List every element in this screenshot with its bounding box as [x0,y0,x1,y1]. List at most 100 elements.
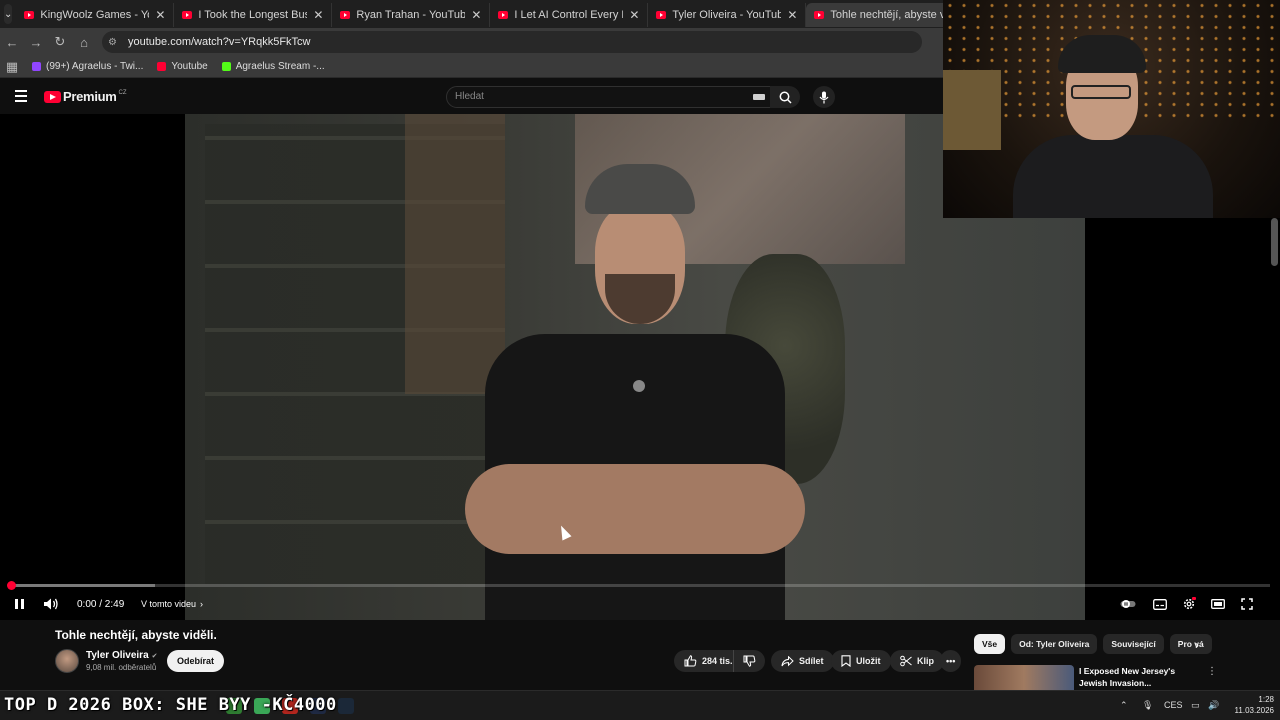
search-button[interactable] [770,86,800,108]
address-bar-row: ← → ↻ ⌂ ⚙ youtube.com/watch?v=YRqkk5FkTc… [0,28,943,56]
dislike-button[interactable] [733,650,765,672]
kick-icon [221,62,231,71]
speaker-icon[interactable]: 🔊 [1208,700,1219,711]
chip-related[interactable]: Související [1103,634,1164,654]
channel-name-link[interactable]: Tyler Oliveira ✔ [86,650,158,661]
clock-time: 1:28 [1258,695,1274,704]
settings-button[interactable] [1181,596,1197,612]
tray-chevron-up-icon[interactable]: ⌃ [1120,700,1128,711]
browser-tab[interactable]: Ryan Trahan - YouTube ✕ [332,3,491,27]
browser-tab[interactable]: KingWoolz Games - YouTube ✕ [16,3,175,27]
site-info-icon[interactable]: ⚙ [108,37,122,48]
channel-name: Tyler Oliveira [86,650,149,661]
search-input[interactable]: Hledat [446,86,772,108]
video-title: Tohle nechtějí, abyste viděli. [55,628,217,642]
hamburger-menu-icon[interactable] [15,90,27,105]
recommended-video-thumbnail[interactable] [974,665,1074,690]
streamer-webcam-overlay [943,0,1280,218]
clip-button[interactable]: Klip [890,650,944,672]
video-info-section: Tohle nechtějí, abyste viděli. Tyler Oli… [0,620,1280,690]
url-field[interactable]: ⚙ youtube.com/watch?v=YRqkk5FkTcw [102,31,922,53]
tray-microphone-icon[interactable]: 🎙 [1142,700,1153,711]
like-button[interactable]: 284 tis. [674,650,741,672]
bookmark-item[interactable]: Agraelus Stream -... [221,61,325,72]
volume-icon [44,598,58,610]
more-vertical-icon[interactable]: ⋮ [1207,666,1217,677]
theater-mode-button[interactable] [1210,596,1226,612]
tab-title: Ryan Trahan - YouTube [356,9,466,21]
autoplay-toggle[interactable] [1120,596,1136,612]
back-arrow-icon[interactable]: ← [0,35,24,50]
subscribe-button[interactable]: Odebírat [167,650,225,672]
browser-tab[interactable]: Tyler Oliveira - YouTube ✕ [648,3,807,27]
fullscreen-button[interactable] [1239,596,1255,612]
tab-title: KingWoolz Games - YouTube [40,9,149,21]
browser-tab-active[interactable]: Tohle nechtějí, abyste viděli. [806,3,965,27]
tab-close-icon[interactable]: ✕ [313,8,323,22]
thumbs-down-icon [743,655,756,667]
progress-scrubber[interactable] [7,581,16,590]
windows-taskbar: TOP D 2026 BOX: SHE BYY -KČ4000 ⌃ 🎙 CES … [0,690,1280,720]
save-button[interactable]: Uložit [831,650,891,672]
voice-search-button[interactable] [813,86,835,108]
chapters-button[interactable]: V tomto videu › [141,596,203,612]
theater-icon [1211,599,1225,609]
chips-next-chevron-icon[interactable]: › [1195,638,1199,652]
scissors-icon [900,655,912,667]
bookmark-item[interactable]: Youtube [157,61,208,72]
youtube-icon [157,62,167,71]
share-icon [781,655,794,666]
chevron-right-icon: › [200,599,204,609]
keyboard-icon[interactable] [753,94,765,100]
url-text: youtube.com/watch?v=YRqkk5FkTcw [128,36,311,48]
tab-close-icon[interactable]: ✕ [787,8,797,22]
twitch-icon [32,62,41,71]
steam-icon[interactable] [338,698,354,714]
browser-tab[interactable]: I Took the Longest Bus Ride in A ✕ [174,3,333,27]
volume-button[interactable] [42,596,60,612]
youtube-premium-logo[interactable]: Premium CZ [44,89,127,104]
tab-search-chevron-icon[interactable]: ⌄ [4,4,13,24]
more-horizontal-icon: ••• [946,656,956,666]
presenter-arms [465,464,805,554]
share-button[interactable]: Sdílet [771,650,834,672]
subtitles-icon [1153,598,1167,610]
search-placeholder: Hledat [455,91,484,102]
like-count: 284 tis. [702,656,733,666]
system-clock[interactable]: 1:28 11.03.2026 [1226,694,1274,716]
streamer-glasses [1071,85,1131,99]
more-actions-button[interactable]: ••• [940,650,962,672]
reload-icon[interactable]: ↻ [48,34,72,50]
network-icon[interactable]: ▭ [1191,700,1200,711]
recommended-video-title[interactable]: I Exposed New Jersey's Jewish Invasion..… [1079,665,1199,689]
streamer-cap [1058,35,1146,73]
bookmark-label: Agraelus Stream -... [235,61,325,72]
channel-avatar[interactable] [55,649,79,673]
tab-close-icon[interactable]: ✕ [155,8,165,22]
country-code: CZ [118,89,127,96]
apps-grid-icon[interactable]: ▦ [0,59,24,75]
tab-close-icon[interactable]: ✕ [629,8,639,22]
chip-for-you[interactable]: Pro vá [1169,634,1212,654]
related-filter-chips: Vše Od: Tyler Oliveira Související Pro v… [974,634,1218,654]
input-language[interactable]: CES [1164,700,1183,710]
subtitles-button[interactable] [1152,596,1168,612]
page-scrollbar[interactable] [1271,218,1278,266]
home-icon[interactable]: ⌂ [72,35,96,50]
forward-arrow-icon[interactable]: → [24,35,48,50]
tab-title: Tohle nechtějí, abyste viděli. [830,9,956,21]
youtube-header: Premium CZ Hledat [0,80,943,114]
bookmark-item[interactable]: (99+) Agraelus - Twi... [32,61,143,72]
tab-title: I Took the Longest Bus Ride in A [198,9,307,21]
bookmark-icon [841,655,851,667]
youtube-favicon-icon [182,11,193,19]
browser-tab[interactable]: I Let AI Control Every Meal for 7 ✕ [490,3,649,27]
tab-close-icon[interactable]: ✕ [471,8,481,22]
chip-all[interactable]: Vše [974,634,1006,654]
subscriber-count: 9,08 mil. odběratelů [86,663,157,672]
fullscreen-icon [1241,598,1253,610]
chip-from-channel[interactable]: Od: Tyler Oliveira [1011,634,1098,654]
progress-bar[interactable] [7,581,1270,590]
youtube-favicon-icon [656,11,667,19]
pause-button[interactable] [12,596,26,612]
